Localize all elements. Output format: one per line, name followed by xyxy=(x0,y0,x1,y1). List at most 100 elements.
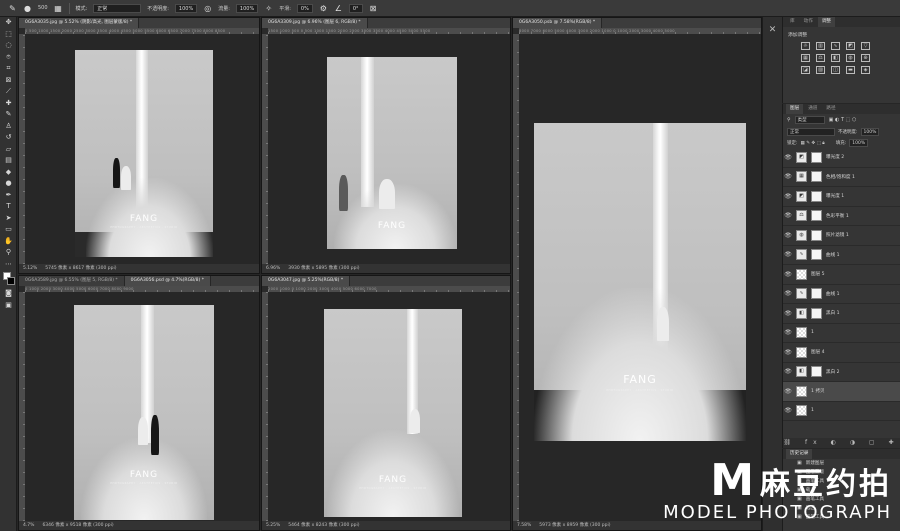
layer-mask[interactable] xyxy=(811,307,822,319)
lock-icons[interactable]: ▦ ✎ ✥ ⬚ 🔒︎ xyxy=(801,140,825,146)
layer-row[interactable]: 👁︎ ⚖ 色彩平衡 1 xyxy=(783,207,900,226)
fill-field[interactable]: 100% xyxy=(849,138,869,147)
filter-pixel-icon[interactable]: ▣ ◐ T ⬚ ⬡ xyxy=(829,117,857,123)
layer-mask[interactable] xyxy=(811,210,822,222)
eye-icon[interactable]: 👁︎ xyxy=(783,368,793,375)
layer-mask[interactable] xyxy=(811,171,822,183)
canvas-area[interactable]: FANG xyxy=(268,34,510,264)
eye-icon[interactable]: 👁︎ xyxy=(783,193,793,200)
eye-icon[interactable]: 👁︎ xyxy=(783,251,793,258)
layer-row[interactable]: 👁︎ ◩ 曝光度 2 xyxy=(783,148,900,168)
layer-mask[interactable] xyxy=(811,366,822,378)
hue-saturation-icon[interactable]: ▦ xyxy=(801,54,810,62)
doc-tab[interactable]: 0G6A3309.jpg @ 6.96% (图层 6, RGB/8) * xyxy=(262,18,368,28)
canvas-area[interactable]: FANG PHOTOGRAPHY · AESTHETICS · STUDIO xyxy=(25,292,259,521)
canvas-area[interactable]: FANG PHOTOGRAPHY · AESTHETICS · STUDIO xyxy=(25,34,259,264)
shape-tool-icon[interactable]: ▭ xyxy=(0,224,17,236)
mode-select[interactable]: 正常 xyxy=(93,3,142,13)
photo-canvas[interactable]: FANG PHOTOGRAPHY · AESTHETICS · STUDIO xyxy=(324,309,462,517)
eyedropper-icon[interactable]: ⟋ xyxy=(0,86,17,98)
posterize-icon[interactable]: ▨ xyxy=(816,66,825,74)
vibrance-icon[interactable]: ▽ xyxy=(861,42,870,50)
doc-tab[interactable]: 0G6A3050.psb @ 7.58%(RGB/8) * xyxy=(513,18,603,28)
layer-mask[interactable] xyxy=(811,229,822,241)
blend-mode-select[interactable]: 正常 xyxy=(787,127,835,136)
photo-canvas[interactable]: FANG PHOTOGRAPHY · AESTHETICS · STUDIO xyxy=(534,123,746,441)
layer-row[interactable]: 👁︎ 1 拷贝 xyxy=(783,382,900,402)
tab-layers[interactable]: 图层 xyxy=(786,104,804,114)
layer-row[interactable]: 👁︎ ◍ 照片滤镜 1 xyxy=(783,226,900,246)
blur-tool-icon[interactable]: ◆ xyxy=(0,167,17,179)
more-tools-icon[interactable]: ⋯ xyxy=(0,259,17,271)
type-tool-icon[interactable]: T xyxy=(0,201,17,213)
eye-icon[interactable]: 👁︎ xyxy=(783,212,793,219)
doc-tab[interactable]: 0G6A3047.jpg @ 5.25%(RGB/8) * xyxy=(262,276,351,286)
layer-row[interactable]: 👁︎ ∿ 曲线 1 xyxy=(783,285,900,304)
screen-mode-icon[interactable]: ▣ xyxy=(0,300,17,312)
tab-library[interactable]: 库 xyxy=(786,17,799,27)
quick-mask-icon[interactable]: ◙ xyxy=(0,288,17,300)
canvas-area[interactable]: FANG PHOTOGRAPHY · AESTHETICS · STUDIO xyxy=(268,292,510,521)
symmetry-icon[interactable]: ⊠ xyxy=(369,4,378,13)
eye-icon[interactable]: 👁︎ xyxy=(783,290,793,297)
layer-row[interactable]: 👁︎ ▦ 色相/饱和度 1 xyxy=(783,168,900,187)
photo-filter-icon[interactable]: ◍ xyxy=(846,54,855,62)
zoom-level[interactable]: 4.7% xyxy=(23,523,34,528)
eye-icon[interactable]: 👁︎ xyxy=(783,154,793,161)
levels-icon[interactable]: ▥ xyxy=(816,42,825,50)
close-icon[interactable]: ✕ xyxy=(763,25,782,35)
brush-tool-icon[interactable]: ✎ xyxy=(0,109,17,121)
lasso-tool-icon[interactable]: ◌ xyxy=(0,40,17,52)
clone-stamp-icon[interactable]: ♙ xyxy=(0,121,17,133)
zoom-level[interactable]: 7.58% xyxy=(517,523,531,528)
channel-mixer-icon[interactable]: ⊕ xyxy=(861,54,870,62)
tab-actions[interactable]: 动作 xyxy=(800,17,817,27)
move-tool-icon[interactable]: ✥ xyxy=(0,17,17,29)
layer-row[interactable]: 👁︎ 图层 5 xyxy=(783,265,900,285)
selective-color-icon[interactable]: ◈ xyxy=(861,66,870,74)
layer-mask[interactable] xyxy=(811,288,822,300)
eraser-icon[interactable]: ▱ xyxy=(0,144,17,156)
doc-tab-active[interactable]: 0G6A3056.psd @ 4.7%(RGB/8) * xyxy=(124,276,211,286)
tab-paths[interactable]: 路径 xyxy=(822,104,839,114)
layer-row[interactable]: 👁︎ 图层 4 xyxy=(783,343,900,363)
angle-field[interactable]: 0° xyxy=(348,3,363,13)
brightness-icon[interactable]: ☼ xyxy=(801,42,810,50)
eye-icon[interactable]: 👁︎ xyxy=(783,271,793,278)
doc-tab[interactable]: 0G6A3589.jpg @ 6.55% (图层 5, RGB/8) * xyxy=(19,276,125,286)
photo-canvas[interactable]: FANG PHOTOGRAPHY · AESTHETICS · STUDIO xyxy=(75,50,213,257)
threshold-icon[interactable]: ◫ xyxy=(831,66,840,74)
healing-brush-icon[interactable]: ✚ xyxy=(0,98,17,110)
photo-canvas[interactable]: FANG xyxy=(327,57,457,249)
dodge-tool-icon[interactable]: ● xyxy=(0,178,17,190)
layer-row[interactable]: 👁︎ 1 xyxy=(783,324,900,343)
exposure-icon[interactable]: ◩ xyxy=(846,42,855,50)
frame-tool-icon[interactable]: ⊠ xyxy=(0,75,17,87)
airbrush-icon[interactable]: ✧ xyxy=(264,4,273,13)
layer-mask[interactable] xyxy=(811,190,822,202)
tab-history[interactable]: 历史记录 xyxy=(786,449,813,459)
opacity-field[interactable]: 100% xyxy=(174,3,198,13)
eye-icon[interactable]: 👁︎ xyxy=(783,329,793,336)
color-swatches-icon[interactable] xyxy=(0,270,17,288)
black-white-icon[interactable]: ◧ xyxy=(831,54,840,62)
zoom-level[interactable]: 6.96% xyxy=(266,266,280,271)
history-brush-icon[interactable]: ↺ xyxy=(0,132,17,144)
layer-row[interactable]: 👁︎ ◧ 黑白 1 xyxy=(783,304,900,324)
gear-icon[interactable]: ⚙ xyxy=(319,4,328,13)
canvas-area[interactable]: FANG PHOTOGRAPHY · AESTHETICS · STUDIO xyxy=(519,34,761,521)
layer-row[interactable]: 👁︎ ∿ 曲线 1 xyxy=(783,246,900,265)
tab-adjustments[interactable]: 调整 xyxy=(817,17,836,27)
photo-canvas[interactable]: FANG PHOTOGRAPHY · AESTHETICS · STUDIO xyxy=(74,305,214,520)
tab-channels[interactable]: 通道 xyxy=(804,104,821,114)
invert-icon[interactable]: ◪ xyxy=(801,66,810,74)
layer-mask[interactable] xyxy=(811,151,822,163)
zoom-level[interactable]: 5.12% xyxy=(23,266,37,271)
curves-icon[interactable]: ∿ xyxy=(831,42,840,50)
smooth-field[interactable]: 0% xyxy=(296,3,313,13)
doc-tab[interactable]: 0G6A3035.jpg @ 5.52% (阴影/高光, 图层蒙版/8) * xyxy=(19,18,140,28)
layer-row[interactable]: 👁︎ ◩ 曝光度 1 xyxy=(783,187,900,207)
zoom-tool-icon[interactable]: ⚲ xyxy=(0,247,17,259)
color-balance-icon[interactable]: ⚖ xyxy=(816,54,825,62)
quick-select-icon[interactable]: ⌾ xyxy=(0,52,17,64)
